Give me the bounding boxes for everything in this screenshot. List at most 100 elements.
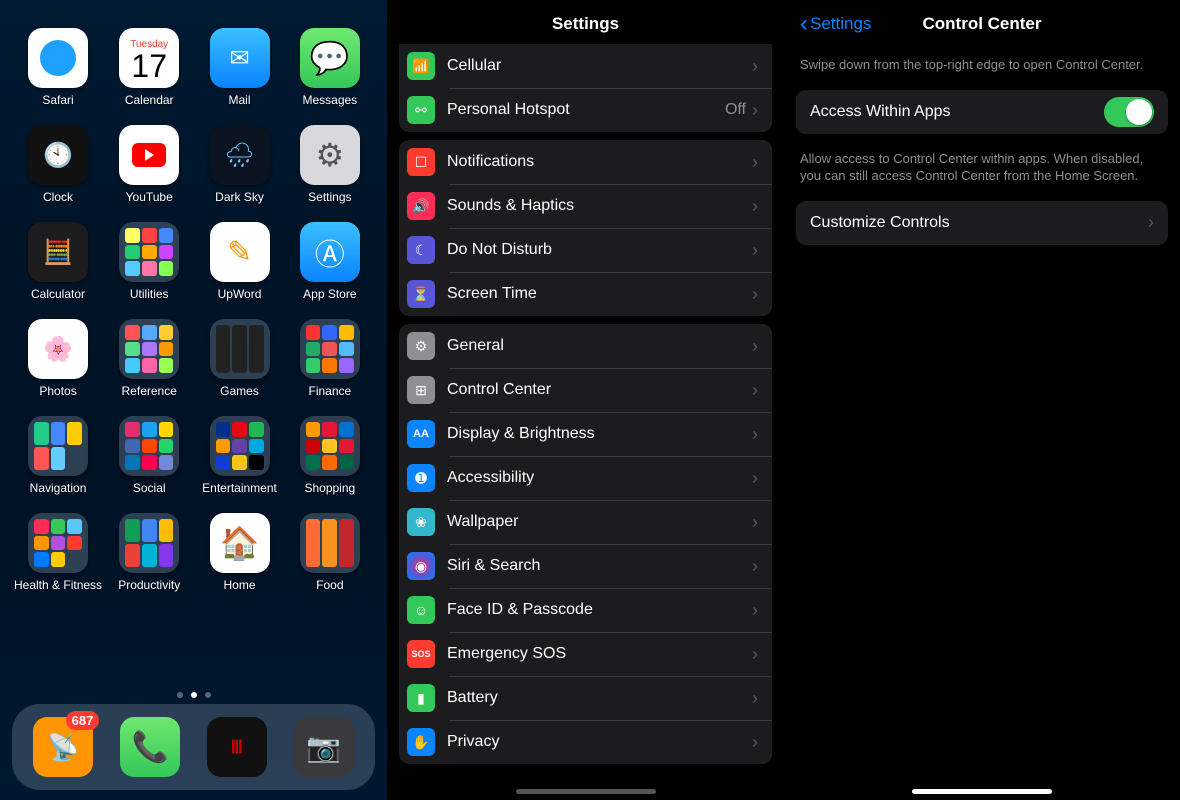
app-label: Navigation: [30, 481, 87, 495]
app-calendar[interactable]: Tuesday 17 Calendar: [106, 28, 192, 107]
row-privacy[interactable]: ✋ Privacy›: [399, 720, 772, 764]
chevron-right-icon: ›: [752, 556, 758, 577]
folder-navigation[interactable]: Navigation: [14, 416, 102, 495]
messages-icon: 💬: [300, 28, 360, 88]
folder-icon: [300, 513, 360, 573]
row-label: Personal Hotspot: [447, 101, 725, 119]
row-wallpaper[interactable]: ❀Wallpaper›: [399, 500, 772, 544]
row-label: General: [447, 337, 752, 355]
app-youtube[interactable]: YouTube: [106, 125, 192, 204]
settings-panel: Settings 📶 Cellular › ⚯ Personal Hotspot…: [387, 0, 784, 800]
app-settings[interactable]: ⚙︎ Settings: [287, 125, 373, 204]
row-sos[interactable]: SOSEmergency SOS›: [399, 632, 772, 676]
folder-social[interactable]: Social: [106, 416, 192, 495]
dock: 📡 687 📞 Ⅲ 📷: [12, 704, 375, 790]
app-darksky[interactable]: 🌧 Dark Sky: [196, 125, 282, 204]
row-sounds[interactable]: 🔊 Sounds & Haptics ›: [399, 184, 772, 228]
row-display[interactable]: AADisplay & Brightness›: [399, 412, 772, 456]
folder-icon: [300, 416, 360, 476]
upword-icon: ✎: [210, 222, 270, 282]
app-label: Photos: [39, 384, 76, 398]
row-hotspot[interactable]: ⚯ Personal Hotspot Off ›: [399, 88, 772, 132]
app-appstore[interactable]: Ⓐ App Store: [287, 222, 373, 301]
toggle-label: Access Within Apps: [810, 103, 1104, 121]
section-caption: Swipe down from the top-right edge to op…: [784, 46, 1180, 84]
folder-food[interactable]: Food: [287, 513, 373, 592]
app-label: Home: [224, 578, 256, 592]
dock-app-phone[interactable]: 📞: [120, 717, 180, 777]
app-clock[interactable]: 🕙 Clock: [14, 125, 102, 204]
app-label: Calendar: [125, 93, 174, 107]
darksky-icon: 🌧: [210, 125, 270, 185]
siri-icon: ◉: [407, 552, 435, 580]
app-label: Social: [133, 481, 166, 495]
row-customize-controls[interactable]: Customize Controls ›: [796, 201, 1168, 245]
page-indicator[interactable]: [0, 692, 387, 698]
folder-shopping[interactable]: Shopping: [287, 416, 373, 495]
calendar-day: 17: [131, 50, 167, 82]
chevron-right-icon: ›: [752, 56, 758, 77]
app-label: Productivity: [118, 578, 180, 592]
hand-icon: ✋: [407, 728, 435, 756]
back-button[interactable]: ‹ Settings: [800, 12, 871, 36]
marcus-icon: Ⅲ: [231, 737, 243, 758]
dock-app-camera[interactable]: 📷: [294, 717, 354, 777]
folder-icon: [210, 319, 270, 379]
app-mail[interactable]: ✉︎ Mail: [196, 28, 282, 107]
folder-icon: [210, 416, 270, 476]
folder-health[interactable]: Health & Fitness: [14, 513, 102, 592]
folder-icon: [28, 513, 88, 573]
app-label: Safari: [42, 93, 73, 107]
row-label: Siri & Search: [447, 557, 752, 575]
app-messages[interactable]: 💬 Messages: [287, 28, 373, 107]
chevron-right-icon: ›: [752, 732, 758, 753]
app-label: Shopping: [304, 481, 355, 495]
folder-finance[interactable]: Finance: [287, 319, 373, 398]
toggle-access-within-apps[interactable]: Access Within Apps: [796, 90, 1168, 134]
row-faceid[interactable]: ☺Face ID & Passcode›: [399, 588, 772, 632]
chevron-right-icon: ›: [752, 240, 758, 261]
camera-icon: 📷: [306, 731, 341, 764]
folder-icon: [119, 222, 179, 282]
dock-app-marcus[interactable]: Ⅲ: [207, 717, 267, 777]
hourglass-icon: ⏳: [407, 280, 435, 308]
youtube-icon: [119, 125, 179, 185]
dock-app-overcast[interactable]: 📡 687: [33, 717, 93, 777]
app-safari[interactable]: Safari: [14, 28, 102, 107]
folder-reference[interactable]: Reference: [106, 319, 192, 398]
home-indicator[interactable]: [912, 789, 1052, 794]
app-calculator[interactable]: 🧮 Calculator: [14, 222, 102, 301]
folder-entertainment[interactable]: Entertainment: [196, 416, 282, 495]
switches-icon: ⊞: [407, 376, 435, 404]
home-indicator[interactable]: [516, 789, 656, 794]
row-notifications[interactable]: ☐ Notifications ›: [399, 140, 772, 184]
app-upword[interactable]: ✎ UpWord: [196, 222, 282, 301]
app-photos[interactable]: 🌸 Photos: [14, 319, 102, 398]
folder-productivity[interactable]: Productivity: [106, 513, 192, 592]
app-grid: Safari Tuesday 17 Calendar ✉︎ Mail 💬 Mes…: [0, 0, 387, 592]
folder-games[interactable]: Games: [196, 319, 282, 398]
app-label: Finance: [308, 384, 351, 398]
row-accessibility[interactable]: ➊Accessibility›: [399, 456, 772, 500]
chevron-left-icon: ‹: [800, 12, 808, 36]
row-dnd[interactable]: ☾ Do Not Disturb ›: [399, 228, 772, 272]
chevron-right-icon: ›: [752, 380, 758, 401]
text-size-icon: AA: [407, 420, 435, 448]
moon-icon: ☾: [407, 236, 435, 264]
battery-icon: ▮: [407, 684, 435, 712]
row-control-center[interactable]: ⊞Control Center›: [399, 368, 772, 412]
chevron-right-icon: ›: [752, 468, 758, 489]
row-label: Accessibility: [447, 469, 752, 487]
row-general[interactable]: ⚙General›: [399, 324, 772, 368]
row-label: Customize Controls: [810, 214, 1148, 232]
row-battery[interactable]: ▮Battery›: [399, 676, 772, 720]
row-label: Privacy: [447, 733, 752, 751]
row-label: Emergency SOS: [447, 645, 752, 663]
row-cellular[interactable]: 📶 Cellular ›: [399, 44, 772, 88]
row-siri[interactable]: ◉ Siri & Search›: [399, 544, 772, 588]
app-home[interactable]: 🏠 Home: [196, 513, 282, 592]
row-screentime[interactable]: ⏳ Screen Time ›: [399, 272, 772, 316]
gear-icon: ⚙: [407, 332, 435, 360]
switch-on[interactable]: [1104, 97, 1154, 127]
folder-utilities[interactable]: Utilities: [106, 222, 192, 301]
